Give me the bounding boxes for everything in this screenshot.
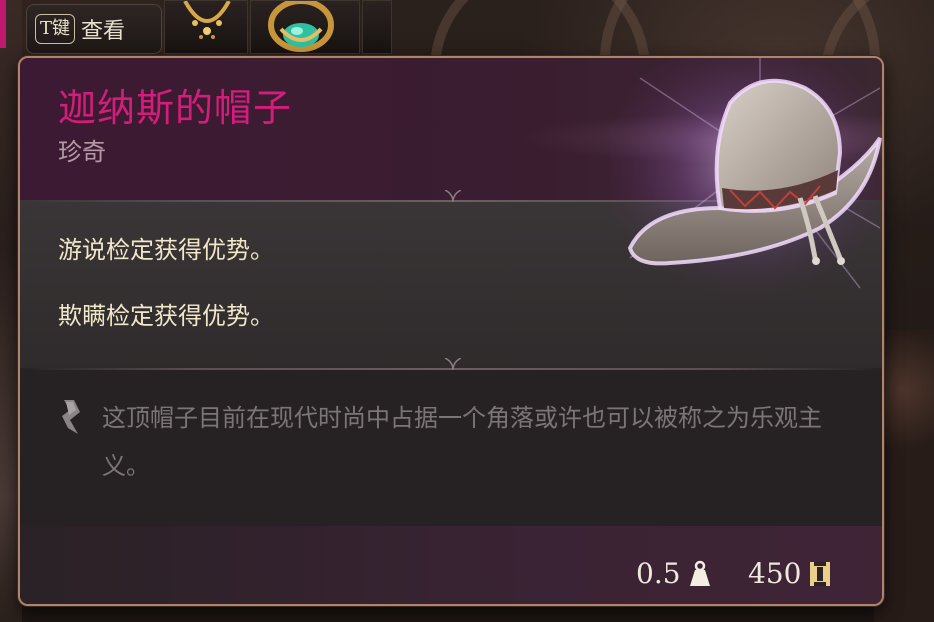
item-price: 450 xyxy=(748,556,831,592)
hat-icon xyxy=(610,58,882,298)
quill-icon xyxy=(62,400,80,434)
weight-icon xyxy=(689,560,710,586)
tooltip-flavor: 这顶帽子目前在现代时尚中占据一个角落或许也可以被称之为乐观主义。 xyxy=(20,368,882,526)
effect-deception: 欺瞒检定获得优势。 xyxy=(58,302,274,330)
examine-label: 查看 xyxy=(81,19,126,44)
gold-coin-icon xyxy=(810,562,831,586)
inventory-slot[interactable] xyxy=(250,0,360,54)
item-name: 迦纳斯的帽子 xyxy=(58,86,293,130)
background-accent xyxy=(0,0,6,48)
item-tooltip: 迦纳斯的帽子 珍奇 游说检定获得优势。 欺瞒检定获得优势。 这顶帽子目前在现代时… xyxy=(18,56,884,606)
tooltip-footer: 0.5 450 xyxy=(20,526,882,604)
divider-ornament xyxy=(445,190,461,202)
item-rarity: 珍奇 xyxy=(58,138,106,166)
divider-ornament xyxy=(445,358,461,370)
key-cap: T键 xyxy=(35,14,76,44)
examine-key-hint[interactable]: T键 查看 xyxy=(26,4,162,54)
inventory-slot[interactable] xyxy=(164,0,248,54)
price-value: 450 xyxy=(748,557,802,590)
necklace-icon xyxy=(183,0,231,39)
ring-icon xyxy=(268,0,334,52)
flavor-text: 这顶帽子目前在现代时尚中占据一个角落或许也可以被称之为乐观主义。 xyxy=(102,404,822,480)
game-scene: T键 查看 迦纳斯的帽子 珍奇 游说检定获得优势。 欺瞒检定获得优势。 这顶帽子… xyxy=(0,0,934,622)
effect-persuasion: 游说检定获得优势。 xyxy=(58,236,274,264)
item-weight: 0.5 xyxy=(636,556,711,592)
inventory-slot[interactable] xyxy=(362,0,392,54)
weight-value: 0.5 xyxy=(636,557,681,590)
